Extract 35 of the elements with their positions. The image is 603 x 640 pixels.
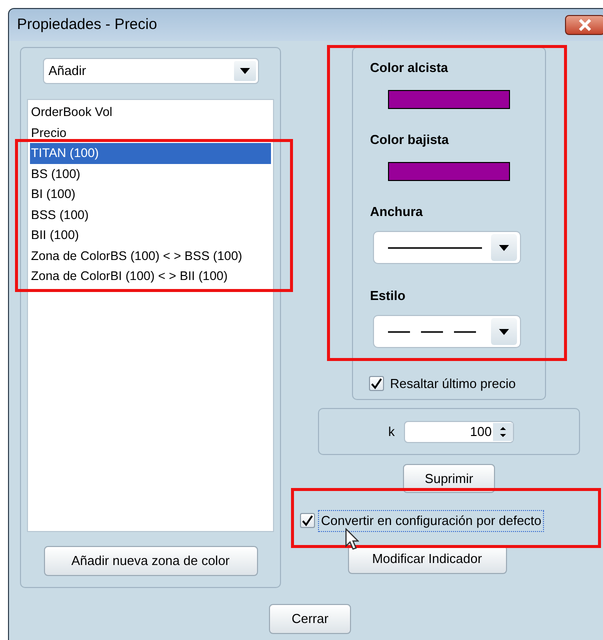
k-field[interactable]: 100 bbox=[404, 420, 514, 442]
close-icon bbox=[578, 19, 592, 31]
close-button[interactable] bbox=[565, 15, 603, 35]
caret-icon bbox=[491, 234, 517, 261]
checkbox[interactable] bbox=[369, 376, 384, 392]
cursor-icon bbox=[345, 528, 359, 550]
caret-icon bbox=[234, 61, 256, 81]
checkbox-label: Convertir en configuración por defecto bbox=[318, 510, 544, 532]
close-dialog-button[interactable]: Cerrar bbox=[269, 604, 351, 634]
spinner-icon bbox=[492, 422, 513, 440]
line-sample-icon bbox=[388, 246, 482, 250]
checkbox[interactable] bbox=[300, 513, 315, 528]
list-item[interactable]: TITAN (100) bbox=[30, 143, 271, 164]
list-item[interactable]: BI (100) bbox=[30, 184, 271, 204]
add-zone-button[interactable]: Añadir nueva zona de color bbox=[44, 546, 258, 576]
list-item[interactable]: Zona de ColorBS (100) < > BSS (100) bbox=[30, 246, 271, 266]
field-label: Estilo bbox=[370, 288, 406, 304]
field-label: Color alcista bbox=[370, 60, 450, 76]
list-item[interactable]: BII (100) bbox=[30, 225, 271, 246]
add-dropdown[interactable]: Añadir bbox=[42, 58, 258, 84]
field-label: Color bajista bbox=[370, 132, 450, 148]
caret-icon bbox=[491, 318, 517, 345]
field-label: k bbox=[388, 422, 395, 441]
list-item[interactable]: BS (100) bbox=[30, 164, 271, 184]
list-item[interactable]: Zona de ColorBI (100) < > BII (100) bbox=[30, 266, 271, 286]
list-item[interactable]: Precio bbox=[30, 122, 271, 143]
color-swatch[interactable] bbox=[388, 162, 510, 181]
line-dropdown[interactable] bbox=[373, 231, 521, 264]
color-swatch[interactable] bbox=[388, 90, 510, 109]
checkbox-label: Resaltar último precio bbox=[390, 375, 516, 393]
field-label: Anchura bbox=[370, 204, 424, 220]
list-item[interactable]: BSS (100) bbox=[30, 204, 271, 225]
window-title: Propiedades - Precio bbox=[17, 14, 158, 35]
list-item[interactable]: OrderBook Vol bbox=[30, 102, 271, 122]
delete-button[interactable]: Suprimir bbox=[403, 464, 495, 493]
